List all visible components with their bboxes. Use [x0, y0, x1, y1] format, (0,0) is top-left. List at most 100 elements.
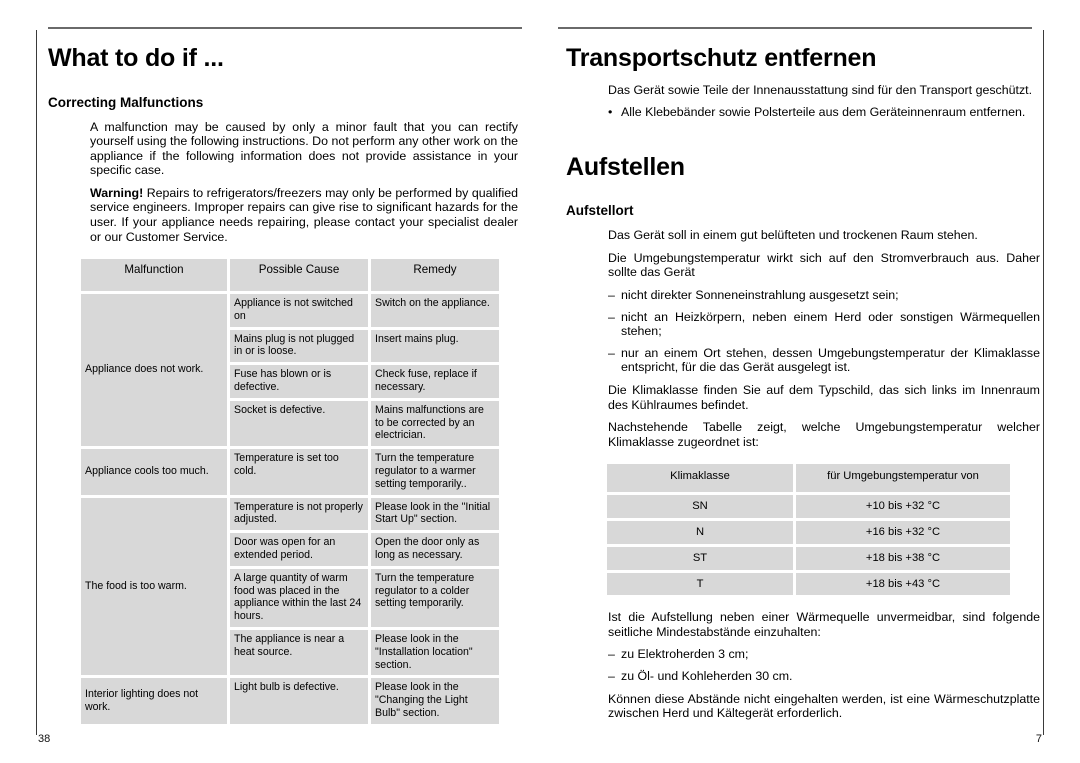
cell-malfunction: Appliance cools too much. [81, 449, 227, 495]
cell-klimaklasse: SN [607, 495, 793, 518]
cell-remedy: Please look in the "Changing the Light B… [371, 678, 499, 724]
paragraph-warning: Warning! Repairs to refrigerators/freeze… [90, 186, 518, 244]
paragraph-transport-intro: Das Gerät sowie Teile der Innenausstattu… [608, 82, 1033, 97]
paragraph-aufstellort-2: Die Umgebungstemperatur wirkt sich auf d… [608, 250, 1040, 280]
malfunction-table: Malfunction Possible Cause Remedy Applia… [78, 256, 502, 727]
cell-cause: Temperature is set too cold. [230, 449, 368, 495]
cell-remedy: Please look in the "Installation locatio… [371, 629, 499, 676]
paragraph-klimaklasse-2: Nachstehende Tabelle zeigt, welche Umgeb… [608, 420, 1040, 449]
section-heading-aufstellort: Aufstellort [566, 203, 634, 219]
cell-remedy: Open the door only as long as necessary. [371, 533, 499, 566]
section-heading-correcting-malfunctions: Correcting Malfunctions [48, 94, 204, 110]
cell-malfunction: Appliance does not work. [81, 294, 227, 447]
cell-remedy: Please look in the "Initial Start Up" se… [371, 497, 499, 531]
paragraph-waermeschutzplatte: Können diese Abstände nicht eingehalten … [608, 691, 1040, 721]
cell-malfunction: Interior lighting does not work. [81, 678, 227, 724]
page-title-aufstellen: Aufstellen [566, 152, 685, 181]
left-page-edge-rule [36, 30, 37, 735]
paragraph-aufstellort-1: Das Gerät soll in einem gut belüfteten u… [608, 228, 978, 243]
right-page-top-rule [558, 27, 1032, 29]
warning-label: Warning! [90, 185, 144, 200]
left-page-body: A malfunction may be caused by only a mi… [90, 120, 518, 245]
cell-cause: Temperature is not properly adjusted. [230, 497, 368, 531]
list-item: – zu Öl- und Kohleherden 30 cm. [608, 669, 1040, 684]
column-header-klimaklasse: Klimaklasse [607, 464, 793, 493]
mindestabstaende-dash-list: – zu Elektroherden 3 cm; – zu Öl- und Kohl… [608, 647, 1040, 683]
cell-remedy: Check fuse, replace if necessary. [371, 365, 499, 398]
transport-bullet-list: • Alle Klebebänder sowie Polsterteile aus… [608, 105, 1040, 120]
list-item: – nur an einem Ort stehen, dessen Umgebun… [608, 346, 1040, 375]
page-number-left: 38 [38, 733, 51, 745]
cell-remedy: Switch on the appliance. [371, 294, 499, 327]
list-item-text: zu Öl- und Kohleherden 30 cm. [621, 669, 793, 684]
list-item: – nicht direkter Sonneneinstrahlung ausge… [608, 288, 1040, 303]
left-page-top-rule [48, 27, 522, 29]
aufstellen-after-table-body: Ist die Aufstellung neben einer Wärmeque… [608, 610, 1040, 721]
list-item: – zu Elektroherden 3 cm; [608, 647, 1040, 662]
cell-malfunction: The food is too warm. [81, 497, 227, 676]
page-title-what-to-do-if: What to do if ... [48, 44, 224, 72]
left-page: What to do if ... Correcting Malfunction… [0, 0, 540, 763]
table-row: Appliance does not work. Appliance is no… [81, 294, 499, 447]
warning-text: Repairs to refrigerators/freezers may on… [90, 185, 518, 244]
cell-cause: Appliance is not switched on [230, 294, 368, 327]
cell-klimaklasse: N [607, 520, 793, 544]
cell-temperatur: +18 bis +43 °C [796, 572, 1010, 596]
list-item: – nicht an Heizkörpern, neben einem Herd … [608, 310, 1040, 339]
cell-klimaklasse: ST [607, 546, 793, 570]
cell-cause: Mains plug is not plugged in or is loose… [230, 329, 368, 363]
table-header-row: Malfunction Possible Cause Remedy [81, 259, 499, 292]
cell-temperatur: +10 bis +32 °C [796, 495, 1010, 518]
cell-cause: Socket is defective. [230, 400, 368, 447]
table-row: T +18 bis +43 °C [607, 572, 1010, 596]
page-title-transportschutz-entfernen: Transportschutz entfernen [566, 44, 877, 72]
dash-icon: – [608, 345, 615, 360]
cell-cause: A large quantity of warm food was placed… [230, 568, 368, 627]
paragraph-klimaklasse-1: Die Klimaklasse finden Sie auf dem Typsc… [608, 382, 1040, 412]
malfunction-table-body: Appliance does not work. Appliance is no… [81, 294, 499, 724]
list-item-text: zu Elektroherden 3 cm; [621, 647, 749, 662]
cell-temperatur: +16 bis +32 °C [796, 520, 1010, 544]
right-page: Transportschutz entfernen Das Gerät sowi… [540, 0, 1080, 763]
list-item-text: nicht an Heizkörpern, neben einem Herd o… [621, 309, 1040, 339]
bullet-icon: • [608, 105, 613, 120]
cell-remedy: Turn the temperature regulator to a warm… [371, 449, 499, 495]
list-item-text: nur an einem Ort stehen, dessen Umgebung… [621, 345, 1040, 375]
table-row: Interior lighting does not work. Light b… [81, 678, 499, 724]
aufstellort-body: Das Gerät soll in einem gut belüfteten u… [608, 228, 1040, 449]
list-item-text: Alle Klebebänder sowie Polsterteile aus … [621, 105, 1026, 120]
table-row: N +16 bis +32 °C [607, 520, 1010, 544]
list-item: • Alle Klebebänder sowie Polsterteile aus… [608, 105, 1040, 120]
column-header-malfunction: Malfunction [81, 259, 227, 292]
klimaklasse-table: Klimaklasse für Umgebungstemperatur von … [604, 461, 1013, 598]
cell-klimaklasse: T [607, 572, 793, 596]
table-row: SN +10 bis +32 °C [607, 495, 1010, 518]
dash-icon: – [608, 669, 615, 684]
paragraph-mindestabstaende: Ist die Aufstellung neben einer Wärmeque… [608, 610, 1040, 639]
column-header-umgebungstemperatur: für Umgebungstemperatur von [796, 464, 1010, 493]
cell-cause: Light bulb is defective. [230, 678, 368, 724]
column-header-possible-cause: Possible Cause [230, 259, 368, 292]
dash-icon: – [608, 647, 615, 662]
column-header-remedy: Remedy [371, 259, 499, 292]
cell-remedy: Mains malfunctions are to be corrected b… [371, 400, 499, 447]
manual-spread: What to do if ... Correcting Malfunction… [0, 0, 1080, 763]
dash-icon: – [608, 309, 615, 324]
klimaklasse-table-body: SN +10 bis +32 °C N +16 bis +32 °C ST +1… [607, 495, 1010, 596]
table-header-row: Klimaklasse für Umgebungstemperatur von [607, 464, 1010, 493]
aufstellort-dash-list: – nicht direkter Sonneneinstrahlung ausge… [608, 288, 1040, 375]
cell-remedy: Insert mains plug. [371, 329, 499, 363]
paragraph-malfunction-intro: A malfunction may be caused by only a mi… [90, 119, 518, 178]
table-row: Appliance cools too much. Temperature is… [81, 449, 499, 495]
table-row: ST +18 bis +38 °C [607, 546, 1010, 570]
cell-temperatur: +18 bis +38 °C [796, 546, 1010, 570]
cell-cause: Fuse has blown or is defective. [230, 365, 368, 398]
klimaklasse-table-wrap: Klimaklasse für Umgebungstemperatur von … [604, 461, 1010, 598]
cell-cause: Door was open for an extended period. [230, 533, 368, 566]
cell-cause: The appliance is near a heat source. [230, 629, 368, 676]
table-row: The food is too warm. Temperature is not… [81, 497, 499, 676]
right-page-edge-rule [1043, 30, 1044, 735]
malfunction-table-wrap: Malfunction Possible Cause Remedy Applia… [78, 256, 499, 727]
dash-icon: – [608, 287, 615, 302]
page-number-right: 7 [1035, 733, 1042, 745]
